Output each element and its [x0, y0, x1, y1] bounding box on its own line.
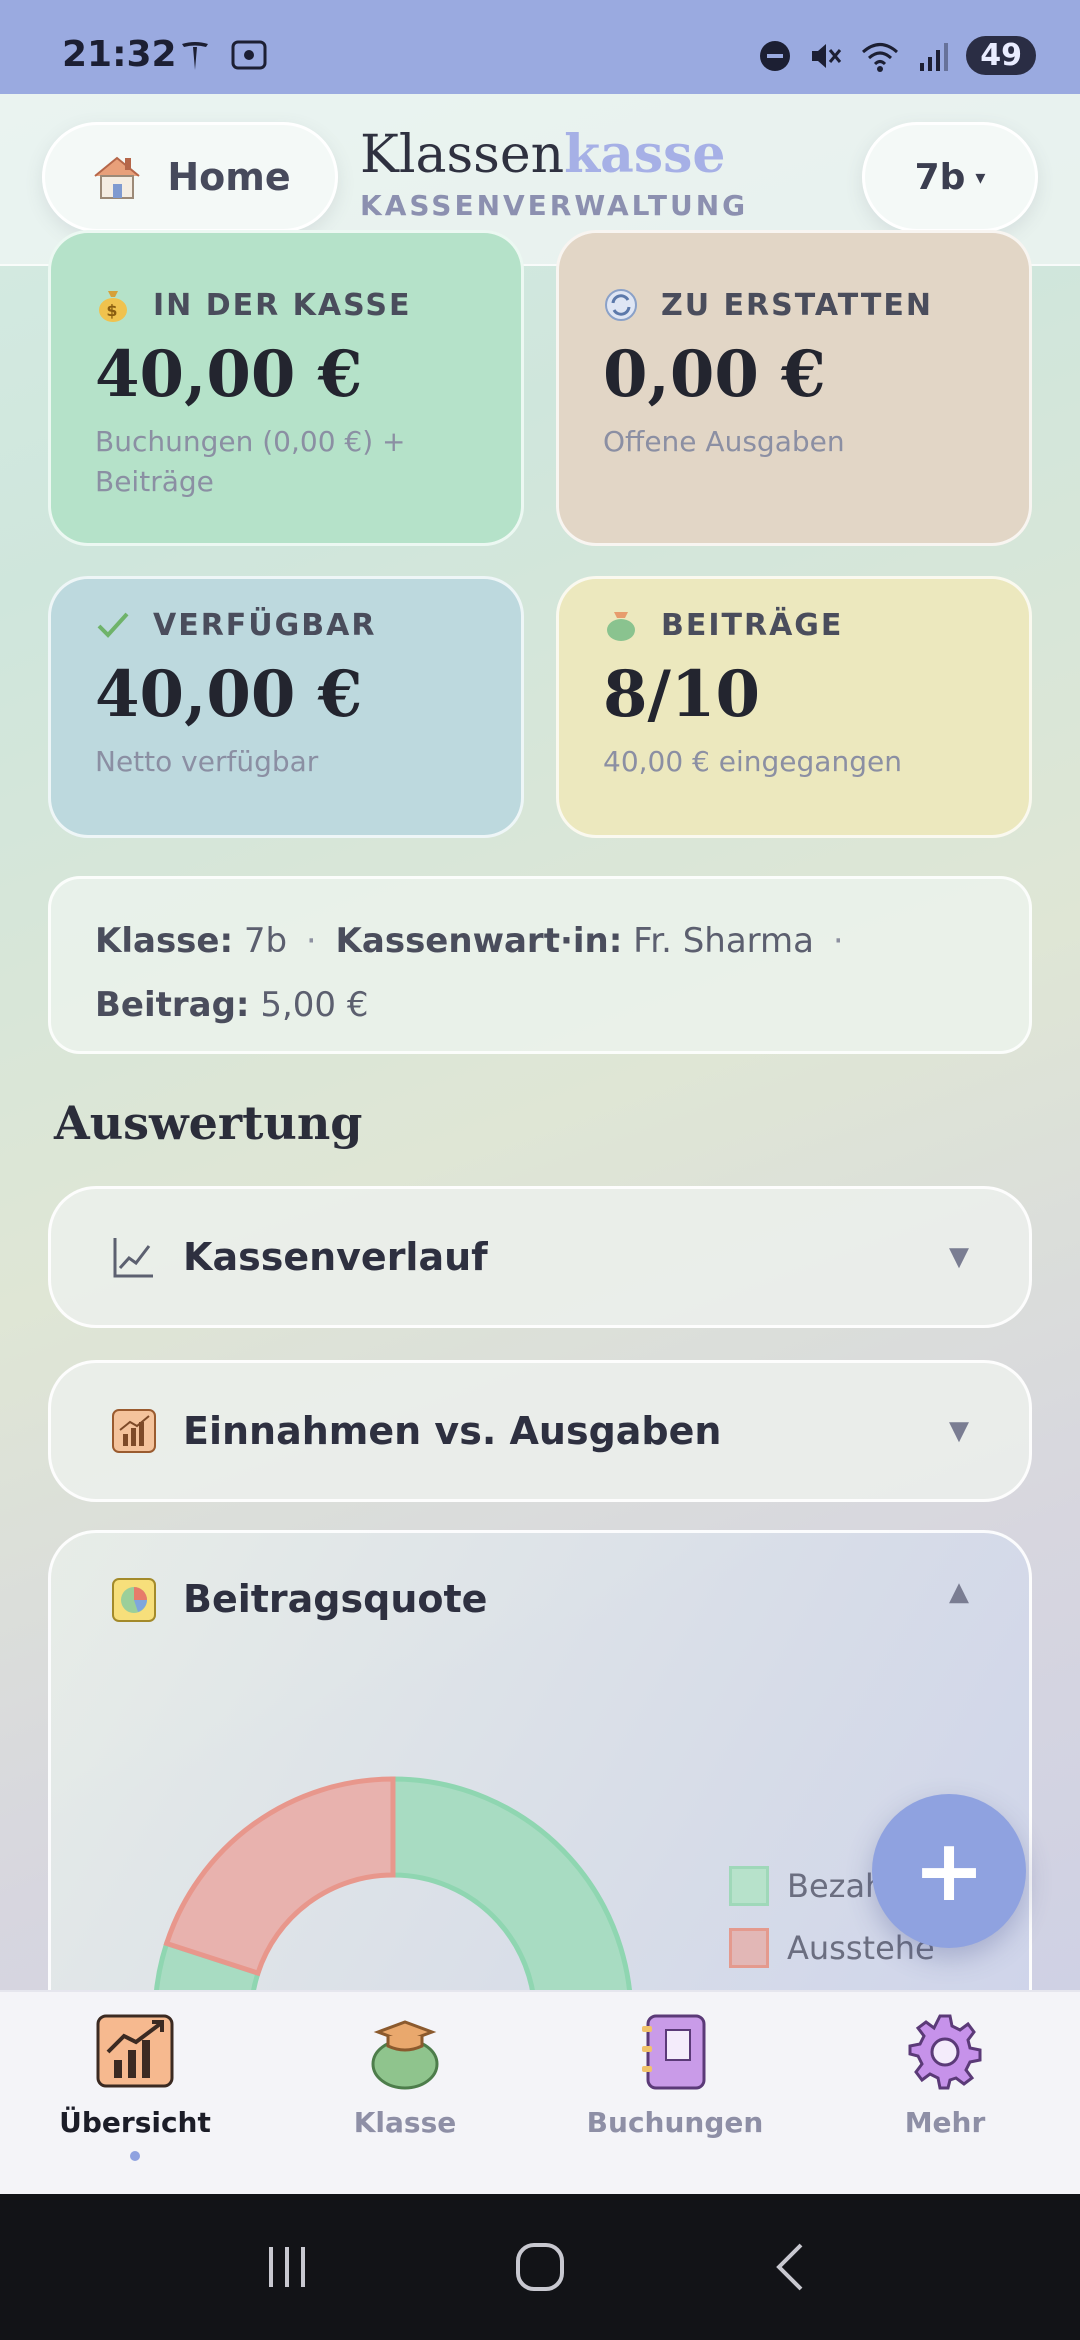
klasse-label: Klasse: — [95, 921, 234, 961]
screenshot-icon — [231, 40, 267, 70]
wifi-icon — [862, 42, 899, 72]
accordion-kassenverlauf[interactable]: Kassenverlauf ▼ — [48, 1186, 1032, 1328]
class-selector[interactable]: 7b ▾ — [862, 122, 1038, 232]
legend-label: Bezah — [787, 1867, 886, 1905]
house-icon — [94, 156, 140, 199]
class-info-card: Klasse: 7b · Kassenwart·in: Fr. Sharma ·… — [48, 876, 1032, 1054]
accordion-einnahmen-ausgaben[interactable]: Einnahmen vs. Ausgaben ▼ — [48, 1360, 1032, 1502]
status-left-icons — [178, 38, 268, 72]
refresh-icon — [603, 287, 639, 323]
notebook-icon — [642, 2014, 706, 2090]
card-value: 40,00 € — [95, 337, 363, 412]
separator: · — [305, 921, 317, 961]
checkmark-icon — [95, 607, 131, 643]
card-title: VERFÜGBAR — [153, 607, 377, 643]
dnd-icon — [760, 40, 791, 71]
kassenwart-value: Fr. Sharma — [633, 921, 814, 961]
beitrag-value: 5,00 € — [260, 985, 369, 1025]
nav-item-mehr[interactable]: Mehr — [810, 1992, 1080, 2194]
home-button[interactable]: Home — [42, 122, 338, 232]
card-note: Netto verfügbar — [95, 745, 319, 778]
accordion-beitragsquote[interactable]: Beitragsquote ▲ Bezah Ausstehe — [48, 1530, 1032, 2135]
home-nav-icon[interactable] — [510, 2237, 570, 2297]
beitrag-label: Beitrag: — [95, 985, 250, 1025]
card-value: 8/10 — [603, 657, 760, 732]
card-note: 40,00 € eingegangen — [603, 745, 902, 778]
status-bar: 21:32 49 — [0, 0, 1080, 94]
pie-chart-icon — [112, 1578, 156, 1622]
class-info-line1: Klasse: 7b · Kassenwart·in: Fr. Sharma · — [95, 909, 985, 973]
card-value: 40,00 € — [95, 657, 363, 732]
card-verfuegbar: VERFÜGBAR 40,00 € Netto verfügbar — [48, 576, 524, 838]
chart-board-icon — [96, 2014, 174, 2088]
line-chart-icon — [113, 1238, 153, 1278]
card-title: ZU ERSTATTEN — [661, 287, 933, 323]
card-title: BEITRÄGE — [661, 607, 844, 643]
chevron-down-icon: ▼ — [949, 1242, 969, 1272]
chevron-up-icon: ▲ — [949, 1577, 969, 1607]
money-bag-icon: $ — [95, 287, 131, 323]
card-note: Offene Ausgaben — [603, 425, 845, 458]
nav-label: Klasse — [353, 2106, 457, 2139]
accordion-label: Einnahmen vs. Ausgaben — [183, 1409, 722, 1453]
signal-icon — [920, 42, 949, 71]
card-in-der-kasse: $ IN DER KASSE 40,00 € Buchungen (0,00 €… — [48, 230, 524, 546]
accordion-label: Kassenverlauf — [183, 1235, 488, 1279]
nav-item-uebersicht[interactable]: Übersicht — [0, 1992, 270, 2194]
graduation-bag-icon — [371, 2020, 439, 2090]
legend-swatch — [729, 1928, 769, 1968]
nav-label: Übersicht — [59, 2106, 211, 2139]
tesla-icon — [182, 42, 208, 70]
class-selector-value: 7b — [914, 156, 966, 198]
svg-text:$: $ — [106, 301, 119, 320]
accordion-label: Beitragsquote — [183, 1577, 488, 1621]
system-navigation-bar — [0, 2194, 1080, 2340]
section-title-auswertung: Auswertung — [54, 1096, 363, 1150]
battery-indicator: 49 — [966, 36, 1036, 75]
mute-icon — [812, 43, 842, 68]
nav-item-buchungen[interactable]: Buchungen — [540, 1992, 810, 2194]
card-title: IN DER KASSE — [153, 287, 412, 323]
status-right-icons: 49 — [758, 36, 1036, 75]
home-label: Home — [167, 155, 291, 199]
app-brand: Klassenkasse KASSENVERWALTUNG — [360, 124, 749, 222]
legend-swatch — [729, 1866, 769, 1906]
app-subtitle: KASSENVERWALTUNG — [360, 189, 749, 222]
donut-slice-ausstehend — [163, 1776, 396, 1977]
gear-icon — [908, 2014, 982, 2090]
active-indicator — [130, 2151, 140, 2161]
card-value: 0,00 € — [603, 337, 826, 412]
separator: · — [832, 921, 844, 961]
card-note: Buchungen (0,00 €) + Beiträge — [95, 425, 406, 498]
nav-label: Buchungen — [586, 2106, 764, 2139]
back-icon[interactable] — [763, 2237, 823, 2297]
class-info-line2: Beitrag: 5,00 € — [95, 973, 985, 1037]
chevron-down-icon: ▼ — [949, 1416, 969, 1446]
pouch-icon — [603, 607, 639, 643]
nav-label: Mehr — [904, 2106, 986, 2139]
app-title: Klassenkasse — [360, 124, 726, 185]
bar-chart-board-icon — [112, 1409, 156, 1453]
card-zu-erstatten: ZU ERSTATTEN 0,00 € Offene Ausgaben — [556, 230, 1032, 546]
card-beitraege: BEITRÄGE 8/10 40,00 € eingegangen — [556, 576, 1032, 838]
status-time: 21:32 — [62, 34, 177, 75]
add-booking-button[interactable]: + — [872, 1794, 1026, 1948]
chevron-down-icon: ▾ — [975, 165, 986, 189]
nav-item-klasse[interactable]: Klasse — [270, 1992, 540, 2194]
klasse-value: 7b — [243, 921, 288, 961]
bottom-navigation: Übersicht Klasse Buchungen Mehr — [0, 1990, 1080, 2194]
recents-icon[interactable] — [257, 2237, 317, 2297]
kassenwart-label: Kassenwart·in: — [335, 921, 623, 961]
